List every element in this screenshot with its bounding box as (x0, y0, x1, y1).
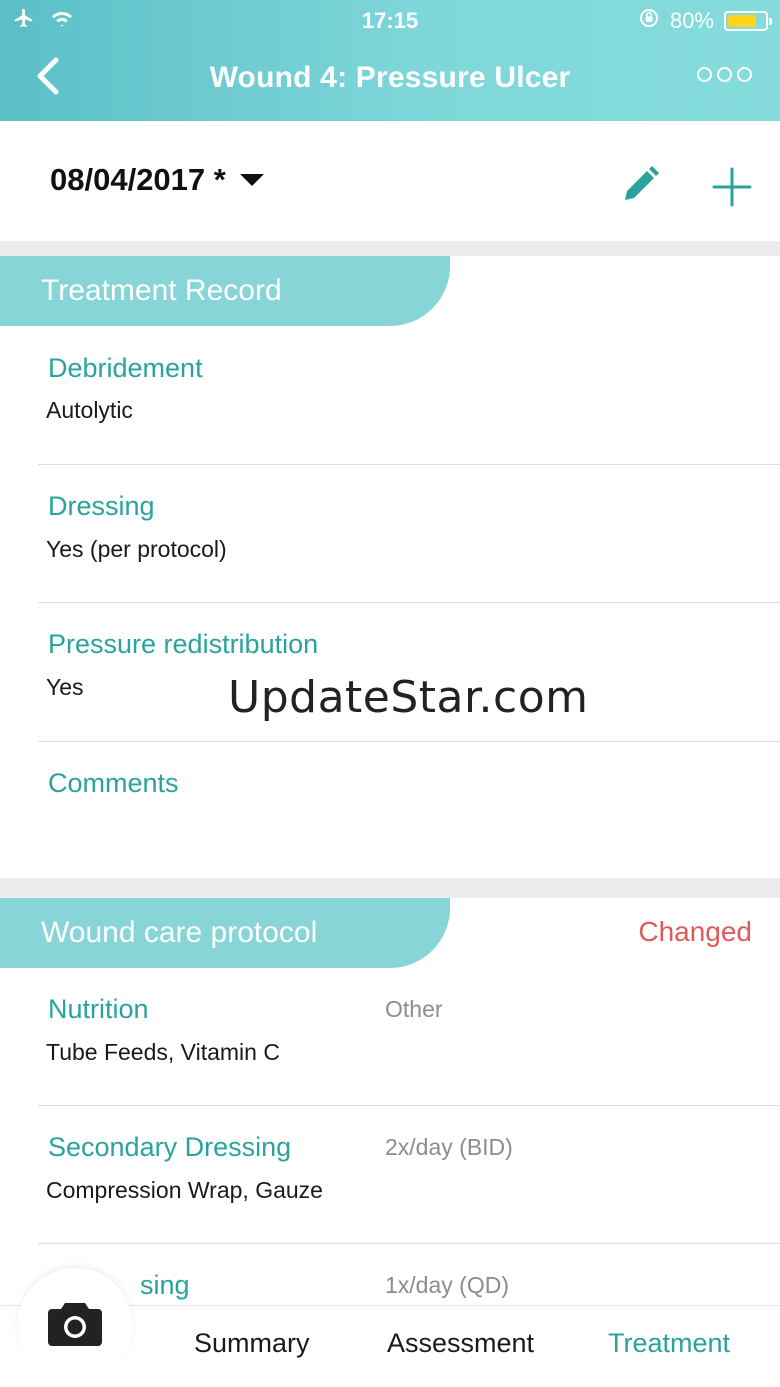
more-icon (737, 67, 752, 82)
field-value: Yes (per protocol) (46, 536, 227, 562)
tab-treatment[interactable]: Treatment (608, 1328, 730, 1359)
field-secondary-dressing[interactable]: Secondary Dressing 2x/day (BID) Compress… (0, 1106, 780, 1244)
field-debridement[interactable]: Debridement Autolytic (0, 326, 780, 465)
date-row: 08/04/2017 * (0, 121, 780, 241)
status-bar: 17:15 80% (0, 0, 780, 40)
caret-down-icon (239, 174, 264, 186)
field-nutrition[interactable]: Nutrition Other Tube Feeds, Vitamin C (0, 968, 780, 1106)
field-label: Nutrition (48, 994, 149, 1024)
field-value: Compression Wrap, Gauze (46, 1177, 323, 1203)
changed-status: Changed (638, 916, 752, 947)
field-dressing[interactable]: Dressing Yes (per protocol) (0, 465, 780, 603)
tab-summary[interactable]: Summary (194, 1328, 310, 1359)
wound-care-protocol-header: Wound care protocol (0, 898, 450, 968)
date-value: 08/04/2017 * (50, 162, 226, 197)
date-dropdown[interactable]: 08/04/2017 * (50, 162, 264, 198)
field-frequency: 2x/day (BID) (385, 1134, 513, 1160)
more-icon (717, 67, 732, 82)
field-comments[interactable]: Comments (0, 742, 780, 878)
section-separator (0, 878, 780, 898)
field-label: Comments (48, 768, 179, 798)
battery-fill (728, 15, 756, 27)
pencil-icon (620, 166, 660, 209)
battery-percent: 80% (669, 8, 714, 33)
treatment-record-header: Treatment Record (0, 256, 450, 326)
app-header: 17:15 80% Wound 4: Pressure Ulcer (0, 0, 780, 121)
field-label: Debridement (48, 353, 203, 383)
field-value: Autolytic (46, 397, 133, 423)
field-label: Dressing (48, 491, 155, 521)
plus-icon (710, 167, 754, 213)
field-value: Yes (46, 674, 84, 700)
field-frequency: Other (385, 996, 443, 1022)
rotation-lock-icon (638, 7, 660, 35)
field-value: Tube Feeds, Vitamin C (46, 1039, 280, 1065)
page-title: Wound 4: Pressure Ulcer (209, 61, 571, 94)
add-button[interactable] (710, 165, 754, 209)
nav-bar: Wound 4: Pressure Ulcer (0, 40, 780, 121)
more-icon (697, 67, 712, 82)
field-label: Pressure redistribution (48, 629, 319, 659)
status-right: 80% (638, 7, 772, 35)
tab-assessment[interactable]: Assessment (387, 1328, 534, 1359)
watermark: UpdateStar.com (228, 672, 589, 723)
field-frequency: 1x/day (QD) (385, 1272, 509, 1298)
edit-button[interactable] (620, 165, 660, 205)
section-separator (0, 241, 780, 256)
camera-button[interactable] (17, 1268, 133, 1384)
camera-icon (47, 1301, 103, 1352)
more-button[interactable] (697, 67, 752, 82)
battery-icon (724, 11, 772, 31)
field-label: Secondary Dressing (48, 1132, 292, 1162)
field-label: sing (140, 1270, 190, 1300)
